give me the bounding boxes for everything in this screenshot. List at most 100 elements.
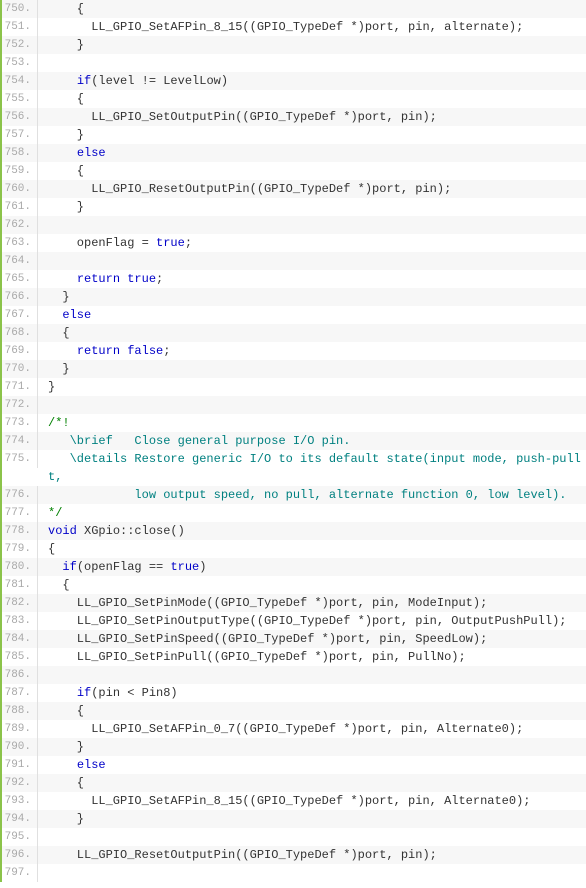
code-content[interactable]: \details Restore generic I/O to its defa… (42, 450, 586, 468)
code-content[interactable] (42, 864, 586, 882)
code-content[interactable]: } (42, 288, 586, 306)
code-content[interactable]: if(level != LevelLow) (42, 72, 586, 90)
line-number: 761. (2, 198, 38, 216)
code-line[interactable]: 779.{ (2, 540, 586, 558)
code-line[interactable]: 753. (2, 54, 586, 72)
code-line[interactable]: 755. { (2, 90, 586, 108)
code-line[interactable]: 765. return true; (2, 270, 586, 288)
code-content[interactable]: { (42, 324, 586, 342)
code-line[interactable]: 761. } (2, 198, 586, 216)
code-line[interactable]: 754. if(level != LevelLow) (2, 72, 586, 90)
code-content[interactable]: LL_GPIO_SetPinSpeed((GPIO_TypeDef *)port… (42, 630, 586, 648)
code-line[interactable]: 782. LL_GPIO_SetPinMode((GPIO_TypeDef *)… (2, 594, 586, 612)
code-content[interactable]: { (42, 0, 586, 18)
code-line[interactable]: 793. LL_GPIO_SetAFPin_8_15((GPIO_TypeDef… (2, 792, 586, 810)
code-line[interactable]: 795. (2, 828, 586, 846)
code-line[interactable]: 787. if(pin < Pin8) (2, 684, 586, 702)
code-line[interactable]: 750. { (2, 0, 586, 18)
code-content[interactable]: LL_GPIO_SetPinMode((GPIO_TypeDef *)port,… (42, 594, 586, 612)
code-content[interactable]: LL_GPIO_SetPinOutputType((GPIO_TypeDef *… (42, 612, 586, 630)
code-content[interactable]: { (42, 702, 586, 720)
code-line[interactable]: 797. (2, 864, 586, 882)
code-content[interactable]: void XGpio::close() (42, 522, 586, 540)
code-content[interactable]: if(pin < Pin8) (42, 684, 586, 702)
code-content[interactable]: } (42, 126, 586, 144)
code-content[interactable]: LL_GPIO_SetAFPin_8_15((GPIO_TypeDef *)po… (42, 792, 586, 810)
code-line[interactable]: 778.void XGpio::close() (2, 522, 586, 540)
code-content[interactable]: } (42, 36, 586, 54)
code-content[interactable] (42, 216, 586, 234)
code-line[interactable]: 758. else (2, 144, 586, 162)
code-line[interactable]: 762. (2, 216, 586, 234)
code-line[interactable]: 780. if(openFlag == true) (2, 558, 586, 576)
code-content[interactable] (42, 666, 586, 684)
code-line[interactable]: 764. (2, 252, 586, 270)
code-line[interactable]: 781. { (2, 576, 586, 594)
code-content[interactable]: { (42, 774, 586, 792)
code-line[interactable]: 785. LL_GPIO_SetPinPull((GPIO_TypeDef *)… (2, 648, 586, 666)
code-content[interactable]: \brief Close general purpose I/O pin. (42, 432, 586, 450)
code-content[interactable]: LL_GPIO_SetAFPin_8_15((GPIO_TypeDef *)po… (42, 18, 586, 36)
code-line[interactable]: t, (2, 468, 586, 486)
code-line[interactable]: 790. } (2, 738, 586, 756)
code-content[interactable]: { (42, 576, 586, 594)
code-line[interactable]: 788. { (2, 702, 586, 720)
code-line[interactable]: 784. LL_GPIO_SetPinSpeed((GPIO_TypeDef *… (2, 630, 586, 648)
code-editor[interactable]: 750. {751. LL_GPIO_SetAFPin_8_15((GPIO_T… (0, 0, 586, 882)
code-line[interactable]: 767. else (2, 306, 586, 324)
code-line[interactable]: 773./*! (2, 414, 586, 432)
code-content[interactable] (42, 396, 586, 414)
code-line[interactable]: 763. openFlag = true; (2, 234, 586, 252)
code-line[interactable]: 766. } (2, 288, 586, 306)
code-content[interactable]: openFlag = true; (42, 234, 586, 252)
code-content[interactable]: /*! (42, 414, 586, 432)
code-line[interactable]: 776. low output speed, no pull, alternat… (2, 486, 586, 504)
code-content[interactable]: LL_GPIO_ResetOutputPin((GPIO_TypeDef *)p… (42, 846, 586, 864)
code-line[interactable]: 771.} (2, 378, 586, 396)
code-content[interactable]: { (42, 90, 586, 108)
code-content[interactable]: low output speed, no pull, alternate fun… (42, 486, 586, 504)
code-line[interactable]: 775. \details Restore generic I/O to its… (2, 450, 586, 468)
code-content[interactable] (42, 54, 586, 72)
code-content[interactable]: return true; (42, 270, 586, 288)
code-content[interactable]: t, (42, 468, 586, 486)
code-line[interactable]: 769. return false; (2, 342, 586, 360)
code-content[interactable]: } (42, 360, 586, 378)
code-content[interactable]: LL_GPIO_SetPinPull((GPIO_TypeDef *)port,… (42, 648, 586, 666)
code-content[interactable]: } (42, 738, 586, 756)
code-content[interactable]: LL_GPIO_ResetOutputPin((GPIO_TypeDef *)p… (42, 180, 586, 198)
code-content[interactable]: { (42, 162, 586, 180)
code-content[interactable]: else (42, 756, 586, 774)
code-line[interactable]: 792. { (2, 774, 586, 792)
code-content[interactable]: } (42, 198, 586, 216)
code-content[interactable] (42, 252, 586, 270)
code-line[interactable]: 752. } (2, 36, 586, 54)
code-line[interactable]: 760. LL_GPIO_ResetOutputPin((GPIO_TypeDe… (2, 180, 586, 198)
code-line[interactable]: 791. else (2, 756, 586, 774)
code-line[interactable]: 777.*/ (2, 504, 586, 522)
code-line[interactable]: 796. LL_GPIO_ResetOutputPin((GPIO_TypeDe… (2, 846, 586, 864)
code-content[interactable]: return false; (42, 342, 586, 360)
code-content[interactable]: */ (42, 504, 586, 522)
code-line[interactable]: 759. { (2, 162, 586, 180)
code-content[interactable]: if(openFlag == true) (42, 558, 586, 576)
code-line[interactable]: 756. LL_GPIO_SetOutputPin((GPIO_TypeDef … (2, 108, 586, 126)
code-content[interactable]: LL_GPIO_SetAFPin_0_7((GPIO_TypeDef *)por… (42, 720, 586, 738)
code-line[interactable]: 786. (2, 666, 586, 684)
code-line[interactable]: 757. } (2, 126, 586, 144)
code-content[interactable]: LL_GPIO_SetOutputPin((GPIO_TypeDef *)por… (42, 108, 586, 126)
code-line[interactable]: 751. LL_GPIO_SetAFPin_8_15((GPIO_TypeDef… (2, 18, 586, 36)
code-content[interactable]: } (42, 378, 586, 396)
code-line[interactable]: 768. { (2, 324, 586, 342)
code-content[interactable]: else (42, 306, 586, 324)
code-line[interactable]: 774. \brief Close general purpose I/O pi… (2, 432, 586, 450)
code-line[interactable]: 794. } (2, 810, 586, 828)
code-content[interactable] (42, 828, 586, 846)
code-content[interactable]: { (42, 540, 586, 558)
code-line[interactable]: 770. } (2, 360, 586, 378)
code-content[interactable]: else (42, 144, 586, 162)
code-line[interactable]: 789. LL_GPIO_SetAFPin_0_7((GPIO_TypeDef … (2, 720, 586, 738)
code-line[interactable]: 783. LL_GPIO_SetPinOutputType((GPIO_Type… (2, 612, 586, 630)
code-line[interactable]: 772. (2, 396, 586, 414)
code-content[interactable]: } (42, 810, 586, 828)
